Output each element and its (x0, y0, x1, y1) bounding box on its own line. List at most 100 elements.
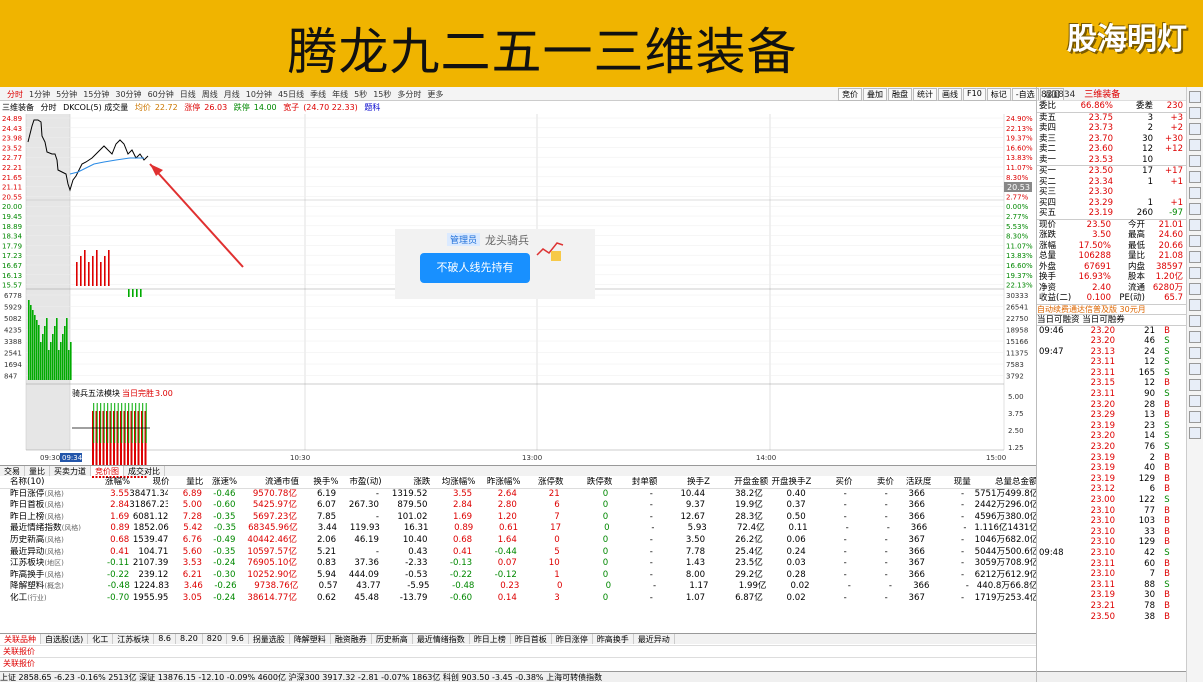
bottom-tab[interactable]: 历史新高 (372, 634, 413, 644)
tool-button[interactable]: 竞价 (838, 88, 862, 101)
popup-message-button[interactable]: 不破人线先持有 (420, 253, 530, 283)
sidebar-tool-icon[interactable] (1189, 395, 1201, 407)
table-row[interactable]: 昨高换手(风格) -0.22 239.12 6.21 -0.30 10252.90亿 5.9… (0, 570, 1036, 582)
bottom-tab[interactable]: 最近情绪指数 (413, 634, 470, 644)
column-header[interactable]: 市盈(动) (338, 477, 381, 488)
tool-button[interactable]: 融盘 (888, 88, 912, 101)
sidebar-tool-icon[interactable] (1189, 139, 1201, 151)
bottom-tab[interactable]: 8.6 (154, 634, 176, 644)
tool-button[interactable]: 叠加 (863, 88, 887, 101)
table-row[interactable]: 昨日首板(风格) 2.84 31867.23 5.00 -0.60 5425.97亿 6.0… (0, 500, 1036, 512)
column-header[interactable]: 开盘换手Z (768, 477, 811, 488)
period-tab[interactable]: 45日线 (275, 89, 307, 100)
bottom-tab[interactable]: 昨日首板 (511, 634, 552, 644)
column-header[interactable]: 买价 (811, 477, 853, 488)
sidebar-tool-icon[interactable] (1189, 379, 1201, 391)
column-header[interactable]: 量比 (170, 477, 203, 488)
bottom-tab[interactable]: 关联品种 (0, 634, 41, 644)
mid-tab[interactable]: 成交对比 (124, 466, 165, 476)
column-header[interactable]: 活跃度 (894, 477, 932, 488)
bottom-tab[interactable]: 自选股(选) (41, 634, 89, 644)
column-header[interactable]: 名称(10) (0, 477, 94, 488)
sidebar-tool-icon[interactable] (1189, 187, 1201, 199)
bottom-tab[interactable]: 820 (203, 634, 228, 644)
period-tab[interactable]: 分时 (4, 89, 26, 100)
bottom-tab[interactable]: 融资融券 (331, 634, 372, 644)
column-header[interactable]: 换手Z (657, 477, 710, 488)
bottom-tab[interactable]: 8.20 (176, 634, 203, 644)
column-header[interactable]: 换手% (299, 477, 338, 488)
sidebar-tool-icon[interactable] (1189, 123, 1201, 135)
period-tab[interactable]: 30分钟 (112, 89, 144, 100)
column-header[interactable]: 涨幅% (94, 477, 130, 488)
period-tab[interactable]: 季线 (307, 89, 329, 100)
table-row[interactable]: 最近异动(风格) 0.41 104.71 5.60 -0.35 10597.57亿 5.21… (0, 547, 1036, 559)
column-header[interactable]: 流通市值 (237, 477, 299, 488)
column-header[interactable]: 现价 (130, 477, 169, 488)
sidebar-tool-icon[interactable] (1189, 283, 1201, 295)
sidebar-tool-icon[interactable] (1189, 219, 1201, 231)
table-row[interactable]: 降解塑料(概念) -0.48 1224.83 3.46 -0.26 9738.76亿 0.5… (0, 581, 1036, 593)
period-tab[interactable]: 5分钟 (53, 89, 80, 100)
bottom-tab[interactable]: 昨高换手 (593, 634, 634, 644)
column-header[interactable]: 总量 (971, 477, 1012, 488)
mid-tab[interactable]: 量比 (25, 466, 50, 476)
sidebar-tool-icon[interactable] (1189, 427, 1201, 439)
tool-button[interactable]: F10 (963, 88, 986, 101)
bottom-tab[interactable]: 9.6 (227, 634, 249, 644)
period-tab[interactable]: 1分钟 (26, 89, 53, 100)
column-header[interactable]: 涨速% (203, 477, 237, 488)
tool-button[interactable]: 画线 (938, 88, 962, 101)
sidebar-tool-icon[interactable] (1189, 107, 1201, 119)
tool-button[interactable]: -自选 (1011, 88, 1039, 101)
bottom-tab[interactable]: 降解塑料 (290, 634, 331, 644)
sidebar-tool-icon[interactable] (1189, 331, 1201, 343)
period-tab[interactable]: 15分钟 (80, 89, 112, 100)
period-tab[interactable]: 5秒 (351, 89, 370, 100)
table-row[interactable]: 历史新高(风格) 0.68 1539.47 6.76 -0.49 40442.46亿 2.0… (0, 535, 1036, 547)
column-header[interactable]: 开盘金额 (710, 477, 768, 488)
sidebar-tool-icon[interactable] (1189, 91, 1201, 103)
sidebar-tool-icon[interactable] (1189, 251, 1201, 263)
column-header[interactable]: 封单额 (612, 477, 658, 488)
column-header[interactable]: 跌停数 (564, 477, 613, 488)
bottom-tab[interactable]: 昨日上榜 (470, 634, 511, 644)
link-quote-1[interactable]: 关联报价 (0, 646, 38, 656)
link-quote-2[interactable]: 关联报价 (0, 658, 38, 668)
column-header[interactable]: 卖价 (853, 477, 894, 488)
table-row[interactable]: 昨日涨停(风格) 3.55 38471.34 6.89 -0.46 9570.78亿 6.1… (0, 489, 1036, 501)
period-tab[interactable]: 15秒 (370, 89, 394, 100)
sidebar-tool-icon[interactable] (1189, 235, 1201, 247)
period-tab[interactable]: 日线 (177, 89, 199, 100)
bottom-tab[interactable]: 拐量选股 (249, 634, 290, 644)
column-header[interactable]: 涨停数 (520, 477, 564, 488)
bottom-tab[interactable]: 化工 (88, 634, 114, 644)
bottom-tab[interactable]: 昨日涨停 (552, 634, 593, 644)
mid-tab[interactable]: 交易 (0, 466, 25, 476)
sidebar-tool-icon[interactable] (1189, 411, 1201, 423)
mid-tab[interactable]: 买卖力道 (50, 466, 91, 476)
bottom-tab[interactable]: 江苏板块 (113, 634, 155, 644)
period-tab[interactable]: 60分钟 (145, 89, 177, 100)
table-row[interactable]: 最近情绪指数(风格) 0.89 1852.06 5.42 -0.35 68345.96亿 3… (0, 523, 1036, 535)
period-tab[interactable]: 年线 (329, 89, 351, 100)
notice-row[interactable]: 自动续费通达信普及版 30元月 (1037, 303, 1186, 315)
period-tab[interactable]: 10分钟 (243, 89, 275, 100)
table-row[interactable]: 化工(行业) -0.70 1955.95 3.05 -0.24 38614.77亿 0.62… (0, 593, 1036, 605)
bottom-tab[interactable]: 最近异动 (634, 634, 675, 644)
sidebar-tool-icon[interactable] (1189, 171, 1201, 183)
sidebar-tool-icon[interactable] (1189, 267, 1201, 279)
period-tab[interactable]: 多分时 (394, 89, 424, 100)
period-tab[interactable]: 更多 (424, 89, 446, 100)
period-tab[interactable]: 周线 (199, 89, 221, 100)
tool-button[interactable]: 统计 (913, 88, 937, 101)
sidebar-tool-icon[interactable] (1189, 203, 1201, 215)
sidebar-tool-icon[interactable] (1189, 299, 1201, 311)
sidebar-tool-icon[interactable] (1189, 347, 1201, 359)
column-header[interactable]: 涨跌 (382, 477, 430, 488)
chat-popup[interactable]: 管理员 龙头骑兵 不破人线先持有 (395, 229, 595, 299)
table-row[interactable]: 江苏板块(地区) -0.11 2107.39 3.53 -0.24 76905.10亿 0.… (0, 558, 1036, 570)
column-header[interactable]: 均涨幅% (430, 477, 476, 488)
table-row[interactable]: 昨日上榜(风格) 1.69 6081.12 7.28 -0.35 5697.23亿 7.85… (0, 512, 1036, 524)
sidebar-tool-icon[interactable] (1189, 315, 1201, 327)
